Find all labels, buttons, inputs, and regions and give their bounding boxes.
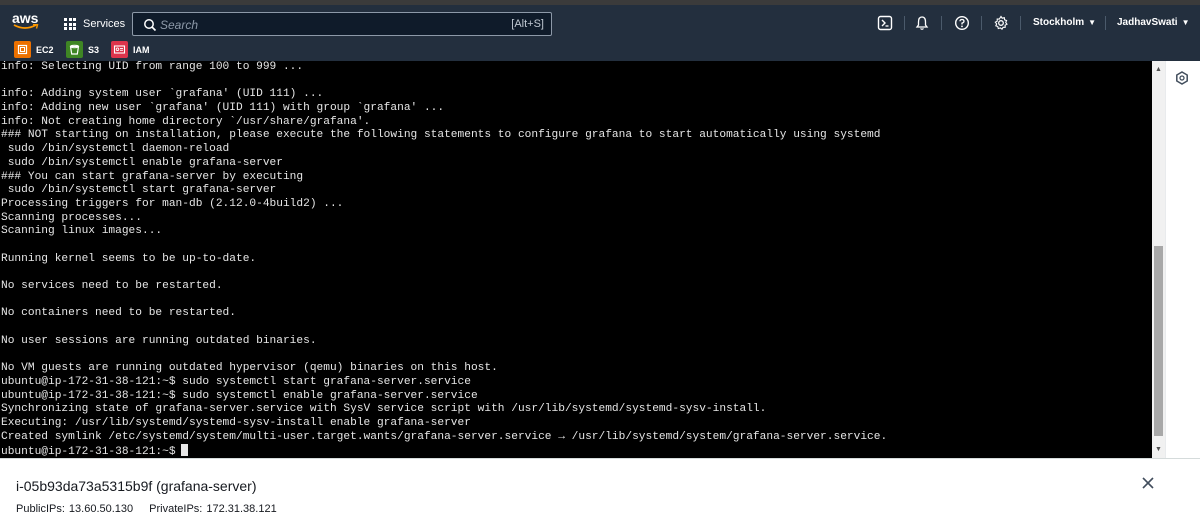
instance-title: i-05b93da73a5315b9f (grafana-server) bbox=[16, 478, 257, 494]
favorite-label: EC2 bbox=[36, 44, 54, 55]
caret-down-icon: ▼ bbox=[1181, 18, 1190, 27]
terminal-line: info: Not creating home directory `/usr/… bbox=[1, 115, 371, 128]
nav-divider bbox=[904, 16, 905, 30]
terminal-line: Scanning linux images... bbox=[1, 225, 163, 238]
terminal-line: Running kernel seems to be up-to-date. bbox=[1, 252, 257, 265]
terminal-line: ubuntu@ip-172-31-38-121:~$ sudo systemct… bbox=[1, 389, 478, 402]
region-label: Stockholm bbox=[1033, 17, 1085, 28]
terminal-session[interactable]: info: Selecting UID from range 100 to 99… bbox=[0, 61, 1152, 458]
close-icon[interactable] bbox=[1141, 476, 1155, 490]
aws-smile-icon bbox=[13, 24, 39, 29]
favorite-label: IAM bbox=[133, 44, 150, 55]
aws-logo[interactable]: aws bbox=[12, 11, 42, 31]
terminal-output: info: Selecting UID from range 100 to 99… bbox=[1, 61, 887, 458]
terminal-line: No user sessions are running outdated bi… bbox=[1, 334, 317, 347]
scroll-down-arrow-icon[interactable]: ▼ bbox=[1154, 445, 1163, 454]
private-ips-label: PrivateIPs: bbox=[149, 503, 203, 515]
user-label: JadhavSwati bbox=[1117, 17, 1178, 28]
help-icon[interactable] bbox=[954, 15, 970, 31]
bell-icon[interactable] bbox=[914, 15, 930, 31]
terminal-line: Executing: /usr/lib/systemd/systemd-sysv… bbox=[1, 416, 471, 429]
scroll-thumb[interactable] bbox=[1154, 246, 1163, 436]
scroll-up-arrow-icon[interactable]: ▲ bbox=[1154, 65, 1163, 74]
favorite-iam[interactable]: IAM bbox=[111, 41, 150, 58]
caret-down-icon: ▼ bbox=[1088, 18, 1097, 27]
terminal-line: Synchronizing state of grafana-server.se… bbox=[1, 403, 767, 416]
region-selector[interactable]: Stockholm ▼ bbox=[1033, 17, 1096, 28]
settings-hexagon-icon[interactable] bbox=[1175, 71, 1189, 85]
terminal-line: info: Adding system user `grafana' (UID … bbox=[1, 88, 324, 101]
favorite-label: S3 bbox=[88, 44, 100, 55]
instance-info-panel: i-05b93da73a5315b9f (grafana-server) Pub… bbox=[0, 458, 1200, 529]
terminal-line: No services need to be restarted. bbox=[1, 280, 223, 292]
account-menu[interactable]: JadhavSwati ▼ bbox=[1117, 17, 1190, 28]
terminal-line: sudo /bin/systemctl daemon-reload bbox=[1, 143, 230, 156]
nav-divider bbox=[981, 16, 982, 30]
right-side-panel bbox=[1165, 61, 1200, 458]
aws-logo-text: aws bbox=[12, 10, 39, 26]
public-ips-value: 13.60.50.130 bbox=[68, 503, 134, 515]
terminal-line: Processing triggers for man-db (2.12.0-4… bbox=[1, 197, 344, 210]
public-ips-label: PublicIPs: bbox=[16, 503, 65, 515]
terminal-line: info: Adding new user `grafana' (UID 111… bbox=[1, 102, 445, 115]
terminal-line: ubuntu@ip-172-31-38-121:~$ sudo systemct… bbox=[1, 375, 471, 388]
terminal-line: Scanning processes... bbox=[1, 211, 142, 224]
nav-divider bbox=[1105, 16, 1106, 30]
favorites-bar: EC2 S3 IAM bbox=[0, 37, 1200, 61]
cloudshell-icon[interactable] bbox=[877, 15, 893, 31]
terminal-prompt: ubuntu@ip-172-31-38-121:~$ bbox=[1, 446, 176, 458]
search-placeholder: Search bbox=[160, 18, 199, 32]
terminal-line: sudo /bin/systemctl start grafana-server bbox=[1, 184, 277, 197]
services-label: Services bbox=[83, 18, 126, 30]
services-menu-button[interactable]: Services bbox=[64, 13, 125, 35]
top-edge bbox=[0, 0, 1200, 5]
terminal-line: info: Selecting UID from range 100 to 99… bbox=[1, 61, 304, 73]
instance-ips: PublicIPs: 13.60.50.130 PrivateIPs: 172.… bbox=[16, 503, 277, 515]
nav-divider bbox=[941, 16, 942, 30]
gear-icon[interactable] bbox=[993, 15, 1009, 31]
terminal-line: ### You can start grafana-server by exec… bbox=[1, 170, 304, 183]
terminal-line: No VM guests are running outdated hyperv… bbox=[1, 362, 498, 375]
terminal-line: Created symlink /etc/systemd/system/mult… bbox=[1, 430, 888, 443]
terminal-cursor bbox=[180, 444, 188, 457]
terminal-line: ### NOT starting on installation, please… bbox=[1, 129, 881, 142]
services-grid-icon bbox=[64, 18, 76, 30]
favorite-ec2[interactable]: EC2 bbox=[14, 41, 54, 58]
private-ips-value: 172.31.38.121 bbox=[206, 503, 277, 515]
terminal-scrollbar[interactable]: ▲ ▼ bbox=[1152, 61, 1165, 458]
nav-divider bbox=[1020, 16, 1021, 30]
terminal-line: No containers need to be restarted. bbox=[1, 307, 236, 320]
search-input[interactable]: Search [Alt+S] bbox=[132, 12, 552, 36]
terminal-prompt-line[interactable]: ubuntu@ip-172-31-38-121:~$ bbox=[1, 444, 887, 458]
iam-icon bbox=[111, 41, 128, 58]
search-icon bbox=[144, 19, 157, 32]
top-navigation: aws Services Search [Alt+S] Stockholm ▼ … bbox=[0, 0, 1200, 37]
search-shortcut-hint: [Alt+S] bbox=[511, 18, 544, 30]
ec2-icon bbox=[14, 41, 31, 58]
terminal-line: sudo /bin/systemctl enable grafana-serve… bbox=[1, 156, 283, 169]
favorite-s3[interactable]: S3 bbox=[66, 41, 99, 58]
s3-icon bbox=[66, 41, 83, 58]
